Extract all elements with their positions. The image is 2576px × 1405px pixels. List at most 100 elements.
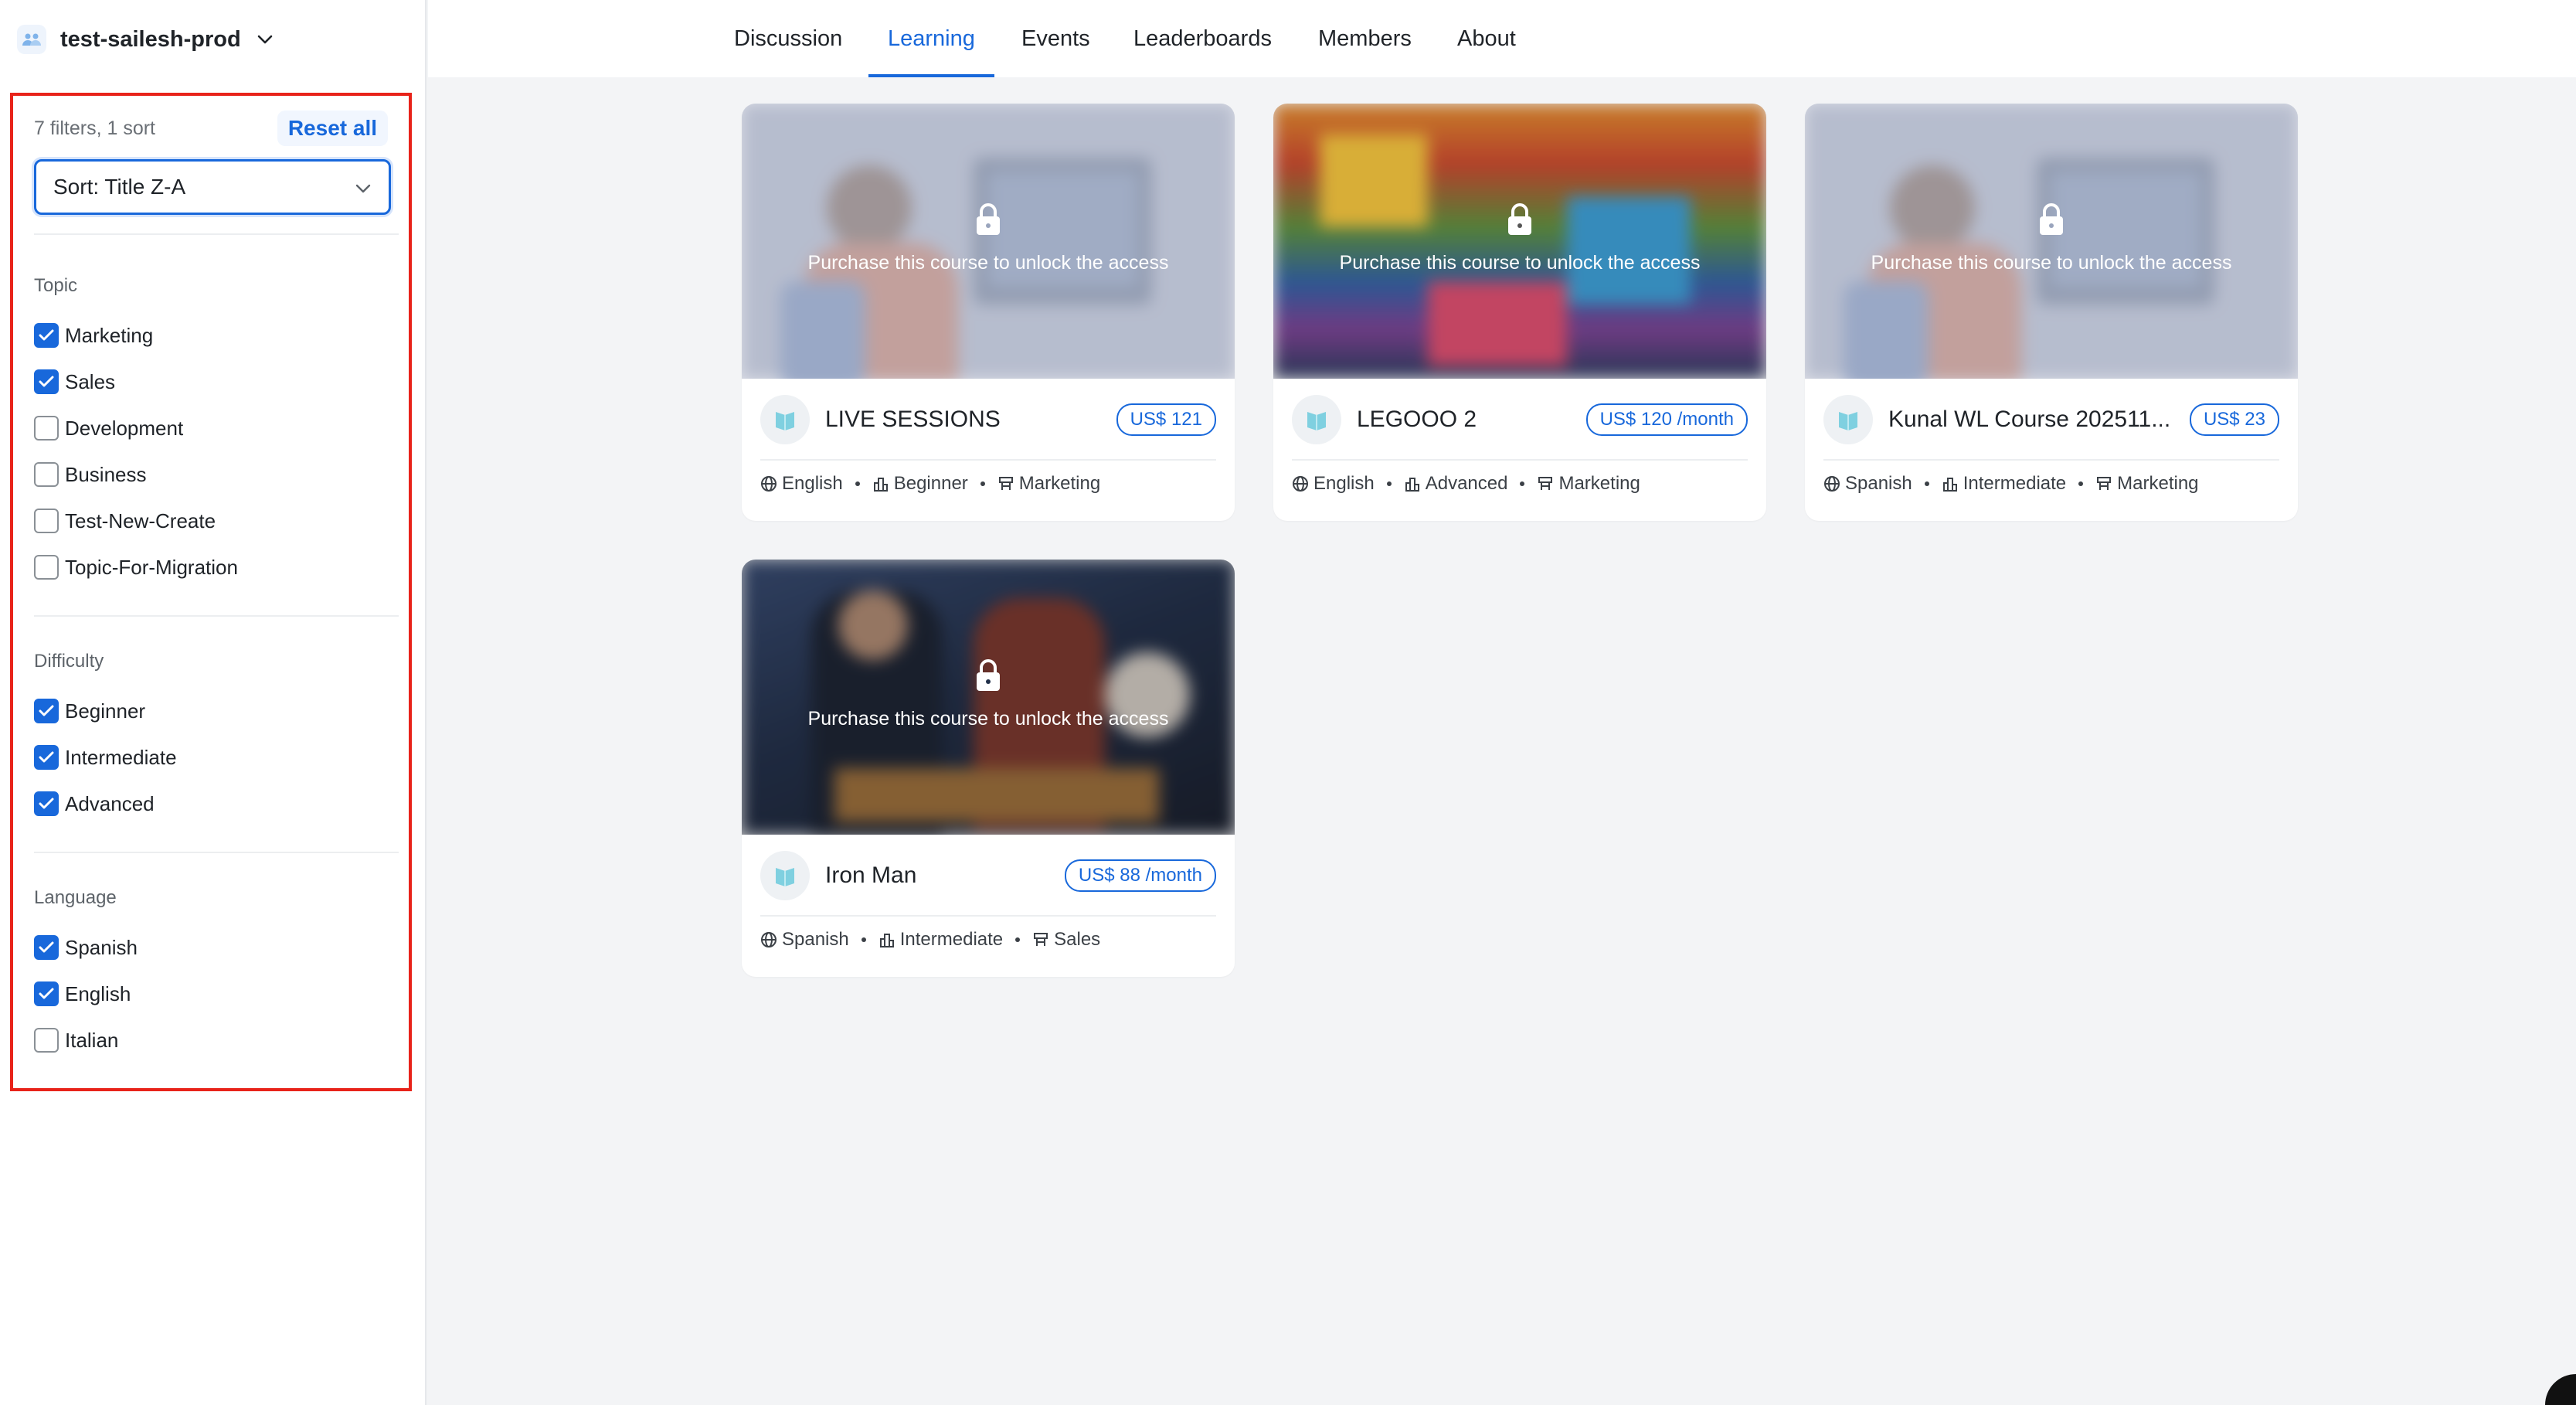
- filter-option-label: Topic-For-Migration: [65, 555, 238, 579]
- tab-leaderboards[interactable]: Leaderboards: [1133, 0, 1272, 77]
- price-badge: US$ 23: [2189, 403, 2279, 436]
- top-nav: Discussion Learning Events Leaderboards …: [428, 0, 2576, 77]
- course-thumbnail: Purchase this course to unlock the acces…: [1805, 104, 2298, 379]
- chevron-down-icon: [257, 34, 274, 45]
- course-title: Iron Man: [825, 862, 917, 888]
- lock-icon: [975, 202, 1001, 240]
- tab-discussion[interactable]: Discussion: [734, 0, 842, 77]
- course-difficulty: Intermediate: [1942, 473, 2066, 495]
- course-thumbnail: Purchase this course to unlock the acces…: [742, 560, 1235, 835]
- course-card[interactable]: Purchase this course to unlock the acces…: [742, 560, 1235, 977]
- course-meta: Spanish Intermediate Marketing: [1823, 468, 2279, 499]
- divider: [34, 615, 399, 617]
- divider: [1292, 459, 1748, 461]
- filter-option-italian[interactable]: Italian: [34, 1025, 118, 1056]
- topic-icon: [2097, 477, 2112, 490]
- filter-option-label: Business: [65, 462, 147, 486]
- filter-option-beginner[interactable]: Beginner: [34, 696, 145, 726]
- chevron-down-icon: [355, 175, 372, 199]
- community-name: test-sailesh-prod: [60, 26, 241, 52]
- bar-chart-icon: [1405, 478, 1419, 492]
- course-topic: Marketing: [997, 473, 1100, 495]
- price-badge: US$ 121: [1116, 403, 1216, 436]
- filter-option-english[interactable]: English: [34, 978, 131, 1009]
- checkbox[interactable]: [34, 699, 59, 723]
- checkbox[interactable]: [34, 462, 59, 487]
- filter-group-title-topic: Topic: [34, 275, 78, 296]
- course-topic: Marketing: [2095, 473, 2199, 495]
- divider: [760, 915, 1216, 917]
- checkbox[interactable]: [34, 935, 59, 960]
- course-title: LEGOOO 2: [1357, 407, 1477, 432]
- filter-option-intermediate[interactable]: Intermediate: [34, 742, 177, 773]
- checkbox[interactable]: [34, 509, 59, 533]
- filter-option-topic-for-migration[interactable]: Topic-For-Migration: [34, 552, 238, 583]
- filter-option-test-new-create[interactable]: Test-New-Create: [34, 505, 216, 536]
- filter-option-label: Beginner: [65, 699, 146, 723]
- filter-option-label: Spanish: [65, 935, 138, 959]
- book-icon: [1823, 395, 1873, 444]
- course-card[interactable]: Purchase this course to unlock the acces…: [1805, 104, 2298, 521]
- filter-panel: 7 filters, 1 sort Reset all Sort: Title …: [10, 93, 412, 1091]
- book-icon: [760, 395, 810, 444]
- course-card[interactable]: Purchase this course to unlock the acces…: [742, 104, 1235, 521]
- filter-option-label: Marketing: [65, 323, 154, 347]
- community-switcher[interactable]: test-sailesh-prod: [17, 20, 274, 59]
- filter-option-business[interactable]: Business: [34, 459, 147, 490]
- filter-option-development[interactable]: Development: [34, 413, 183, 444]
- checkbox[interactable]: [34, 1028, 59, 1053]
- filter-option-label: Development: [65, 416, 184, 440]
- locked-message: Purchase this course to unlock the acces…: [807, 708, 1169, 730]
- course-difficulty: Advanced: [1404, 473, 1507, 495]
- course-card[interactable]: Purchase this course to unlock the acces…: [1273, 104, 1766, 521]
- course-meta: English Advanced Marketing: [1292, 468, 1748, 499]
- checkbox[interactable]: [34, 416, 59, 441]
- course-header: Iron Man US$ 88 /month: [760, 850, 1216, 901]
- sidebar: test-sailesh-prod 7 filters, 1 sort Rese…: [0, 0, 427, 1405]
- divider: [34, 233, 399, 235]
- checkbox[interactable]: [34, 981, 59, 1006]
- course-title: Kunal WL Course 202511...: [1888, 407, 2171, 432]
- filter-option-label: Italian: [65, 1028, 119, 1052]
- course-difficulty: Beginner: [872, 473, 968, 495]
- checkbox[interactable]: [34, 745, 59, 770]
- filter-option-advanced[interactable]: Advanced: [34, 788, 155, 819]
- course-header: Kunal WL Course 202511... US$ 23: [1823, 394, 2279, 445]
- filter-header: 7 filters, 1 sort Reset all: [34, 111, 388, 146]
- sort-select-value: Sort: Title Z-A: [53, 175, 186, 199]
- course-difficulty: Intermediate: [878, 929, 1003, 951]
- filter-option-spanish[interactable]: Spanish: [34, 932, 138, 963]
- locked-message: Purchase this course to unlock the acces…: [1339, 252, 1701, 274]
- locked-message: Purchase this course to unlock the acces…: [1871, 252, 2232, 274]
- filter-option-marketing[interactable]: Marketing: [34, 320, 153, 351]
- lock-icon: [1507, 202, 1533, 240]
- bar-chart-icon: [1942, 478, 1957, 492]
- filter-option-label: Test-New-Create: [65, 509, 216, 532]
- reset-all-button[interactable]: Reset all: [277, 111, 388, 146]
- sort-select[interactable]: Sort: Title Z-A: [34, 159, 391, 215]
- course-topic: Sales: [1032, 929, 1100, 951]
- book-icon: [760, 851, 810, 900]
- tab-members[interactable]: Members: [1318, 0, 1412, 77]
- filter-group-title-difficulty: Difficulty: [34, 651, 104, 672]
- tab-events[interactable]: Events: [1021, 0, 1090, 77]
- course-meta: Spanish Intermediate Sales: [760, 924, 1216, 955]
- globe-icon: [1824, 476, 1840, 492]
- course-header: LIVE SESSIONS US$ 121: [760, 394, 1216, 445]
- checkbox[interactable]: [34, 791, 59, 816]
- checkbox[interactable]: [34, 555, 59, 580]
- course-language: English: [1292, 473, 1375, 495]
- course-header: LEGOOO 2 US$ 120 /month: [1292, 394, 1748, 445]
- filter-option-label: English: [65, 981, 131, 1005]
- locked-message: Purchase this course to unlock the acces…: [807, 252, 1169, 274]
- filter-option-sales[interactable]: Sales: [34, 366, 115, 397]
- course-thumbnail: Purchase this course to unlock the acces…: [1273, 104, 1766, 379]
- tab-learning[interactable]: Learning: [868, 0, 994, 77]
- tab-about[interactable]: About: [1457, 0, 1516, 77]
- price-badge: US$ 120 /month: [1585, 403, 1748, 436]
- divider: [760, 459, 1216, 461]
- checkbox[interactable]: [34, 323, 59, 348]
- globe-icon: [761, 932, 777, 947]
- divider: [1823, 459, 2279, 461]
- checkbox[interactable]: [34, 369, 59, 394]
